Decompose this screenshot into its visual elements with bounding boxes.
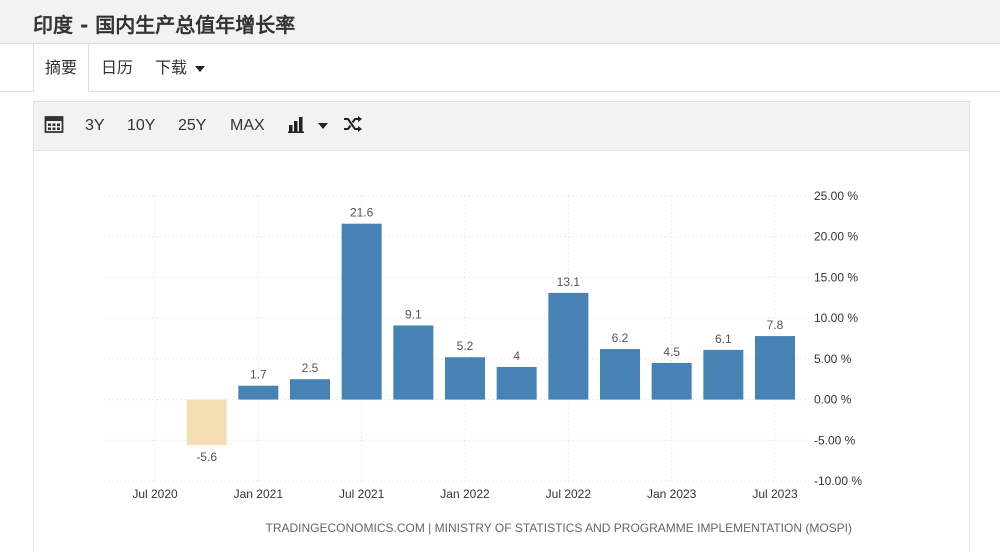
bar [548, 292, 589, 400]
y-tick-label: 5.00 % [814, 352, 852, 366]
tab-download[interactable]: 下载 [155, 44, 206, 92]
bar [186, 399, 227, 446]
calendar-button[interactable] [44, 102, 64, 150]
chart-toolbar: 3Y 10Y 25Y MAX [33, 101, 970, 151]
calendar-icon [44, 116, 64, 134]
range-max-button[interactable]: MAX [230, 102, 265, 150]
y-tick-label: 25.00 % [814, 189, 858, 203]
data-label: -5.6 [196, 450, 217, 464]
x-tick-label: Jan 2021 [234, 487, 284, 501]
x-tick-label: Jul 2021 [339, 487, 385, 501]
shuffle-icon [344, 116, 362, 133]
bar [341, 223, 382, 400]
bar [238, 385, 279, 400]
y-tick-label: 0.00 % [814, 393, 852, 407]
bar [393, 325, 434, 400]
chart-type-button[interactable] [288, 102, 329, 150]
tab-download-label: 下载 [155, 58, 188, 77]
data-label: 6.2 [612, 331, 629, 345]
range-10y-button[interactable]: 10Y [127, 102, 155, 150]
data-label: 1.7 [250, 368, 267, 382]
x-tick-label: Jul 2023 [752, 487, 798, 501]
data-label: 9.1 [405, 307, 422, 321]
data-label: 13.1 [557, 275, 581, 289]
bar [755, 336, 795, 400]
title-bar: 印度 - 国内生产总值年增长率 [0, 0, 1000, 44]
y-tick-label: 15.00 % [814, 270, 858, 284]
x-tick-label: Jan 2022 [440, 487, 490, 501]
bar [651, 362, 692, 400]
data-label: 6.1 [715, 332, 732, 346]
range-3y-button[interactable]: 3Y [85, 102, 105, 150]
source-text: TRADINGECONOMICS.COM | MINISTRY OF STATI… [266, 521, 852, 535]
range-25y-button[interactable]: 25Y [178, 102, 206, 150]
y-tick-label: 10.00 % [814, 311, 858, 325]
bar-chart-icon [288, 117, 304, 134]
tab-calendar[interactable]: 日历 [101, 44, 133, 92]
data-label: 4 [513, 349, 520, 363]
data-label: 21.6 [350, 206, 374, 220]
bar [703, 349, 744, 400]
x-tick-label: Jul 2020 [132, 487, 178, 501]
bar [445, 357, 485, 400]
data-label: 5.2 [457, 339, 474, 353]
data-label: 2.5 [302, 361, 319, 375]
page-title: 印度 - 国内生产总值年增长率 [33, 13, 296, 37]
bar [496, 367, 537, 400]
y-tick-label: 20.00 % [814, 230, 858, 244]
x-tick-label: Jul 2022 [546, 487, 592, 501]
data-label: 7.8 [767, 318, 784, 332]
tabs-row: 摘要 日历 下载 [0, 44, 1000, 92]
shuffle-button[interactable] [343, 102, 363, 150]
bar [290, 379, 330, 400]
caret-down-icon [195, 65, 206, 72]
y-tick-label: -10.00 % [814, 474, 862, 488]
chart-type-caret-icon [318, 122, 329, 129]
tab-summary[interactable]: 摘要 [33, 44, 89, 92]
bar-chart: 25.00 % 20.00 % 15.00 % 10.00 % 5.00 % 0.00 %… [104, 189, 862, 535]
chart-panel: 25.00 % 20.00 % 15.00 % 10.00 % 5.00 % 0.00 %… [33, 151, 970, 552]
bar [600, 349, 640, 400]
y-tick-label: -5.00 % [814, 433, 856, 447]
x-tick-label: Jan 2023 [647, 487, 697, 501]
data-label: 4.5 [663, 345, 680, 359]
